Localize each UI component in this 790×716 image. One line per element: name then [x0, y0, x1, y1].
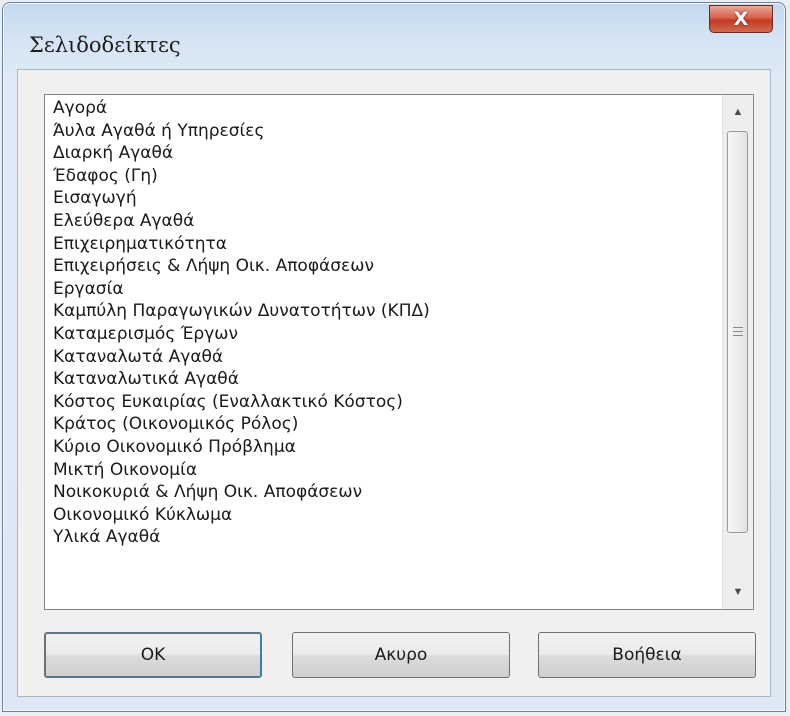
list-item[interactable]: Αγορά: [53, 97, 723, 120]
list-item[interactable]: Κόστος Ευκαιρίας (Εναλλακτικό Κόστος): [53, 391, 723, 414]
scroll-up-arrow-icon[interactable]: ▲: [723, 97, 753, 127]
list-item[interactable]: Καταναλωτά Αγαθά: [53, 346, 723, 369]
cancel-button[interactable]: Ακυρο: [292, 632, 510, 678]
list-item[interactable]: Άυλα Αγαθά ή Υπηρεσίες: [53, 120, 723, 143]
bookmarks-list: Αγορά Άυλα Αγαθά ή Υπηρεσίες Διαρκή Αγαθά Έ…: [53, 97, 723, 549]
title-bar[interactable]: Σελιδοδείκτες X: [3, 3, 785, 67]
list-item[interactable]: Καταμερισμός Έργων: [53, 323, 723, 346]
list-item[interactable]: Εργασία: [53, 278, 723, 301]
list-item[interactable]: Νοικοκυριά & Λήψη Οικ. Αποφάσεων: [53, 481, 723, 504]
list-item[interactable]: Κύριο Οικονομικό Πρόβλημα: [53, 436, 723, 459]
list-item[interactable]: Κράτος (Οικονομικός Ρόλος): [53, 413, 723, 436]
scrollbar-thumb[interactable]: [727, 131, 748, 533]
bookmarks-listbox[interactable]: Αγορά Άυλα Αγαθά ή Υπηρεσίες Διαρκή Αγαθά Έ…: [44, 94, 754, 610]
dialog-title: Σελιδοδείκτες: [29, 33, 181, 57]
ok-button[interactable]: OK: [44, 632, 262, 678]
list-item[interactable]: Επιχειρηματικότητα: [53, 233, 723, 256]
list-item[interactable]: Οικονομικό Κύκλωμα: [53, 504, 723, 527]
close-icon: X: [733, 8, 749, 30]
close-button[interactable]: X: [709, 5, 773, 33]
vertical-scrollbar[interactable]: ▲ ▼: [722, 95, 753, 609]
list-item[interactable]: Καμπύλη Παραγωγικών Δυνατοτήτων (ΚΠΔ): [53, 300, 723, 323]
help-button[interactable]: Βοήθεια: [538, 632, 756, 678]
grip-icon: [733, 327, 743, 336]
scroll-down-arrow-icon[interactable]: ▼: [723, 577, 753, 607]
list-item[interactable]: Εισαγωγή: [53, 187, 723, 210]
list-item[interactable]: Μικτή Οικονομία: [53, 459, 723, 482]
dialog-body: Αγορά Άυλα Αγαθά ή Υπηρεσίες Διαρκή Αγαθά Έ…: [17, 69, 771, 697]
list-item[interactable]: Καταναλωτικά Αγαθά: [53, 368, 723, 391]
list-item[interactable]: Υλικά Αγαθά: [53, 526, 723, 549]
list-item[interactable]: Επιχειρήσεις & Λήψη Οικ. Αποφάσεων: [53, 255, 723, 278]
list-item[interactable]: Έδαφος (Γη): [53, 165, 723, 188]
bookmarks-dialog: Σελιδοδείκτες X Αγορά Άυλα Αγαθά ή Υπηρεσ…: [2, 2, 786, 712]
list-item[interactable]: Διαρκή Αγαθά: [53, 142, 723, 165]
list-item[interactable]: Ελεύθερα Αγαθά: [53, 210, 723, 233]
